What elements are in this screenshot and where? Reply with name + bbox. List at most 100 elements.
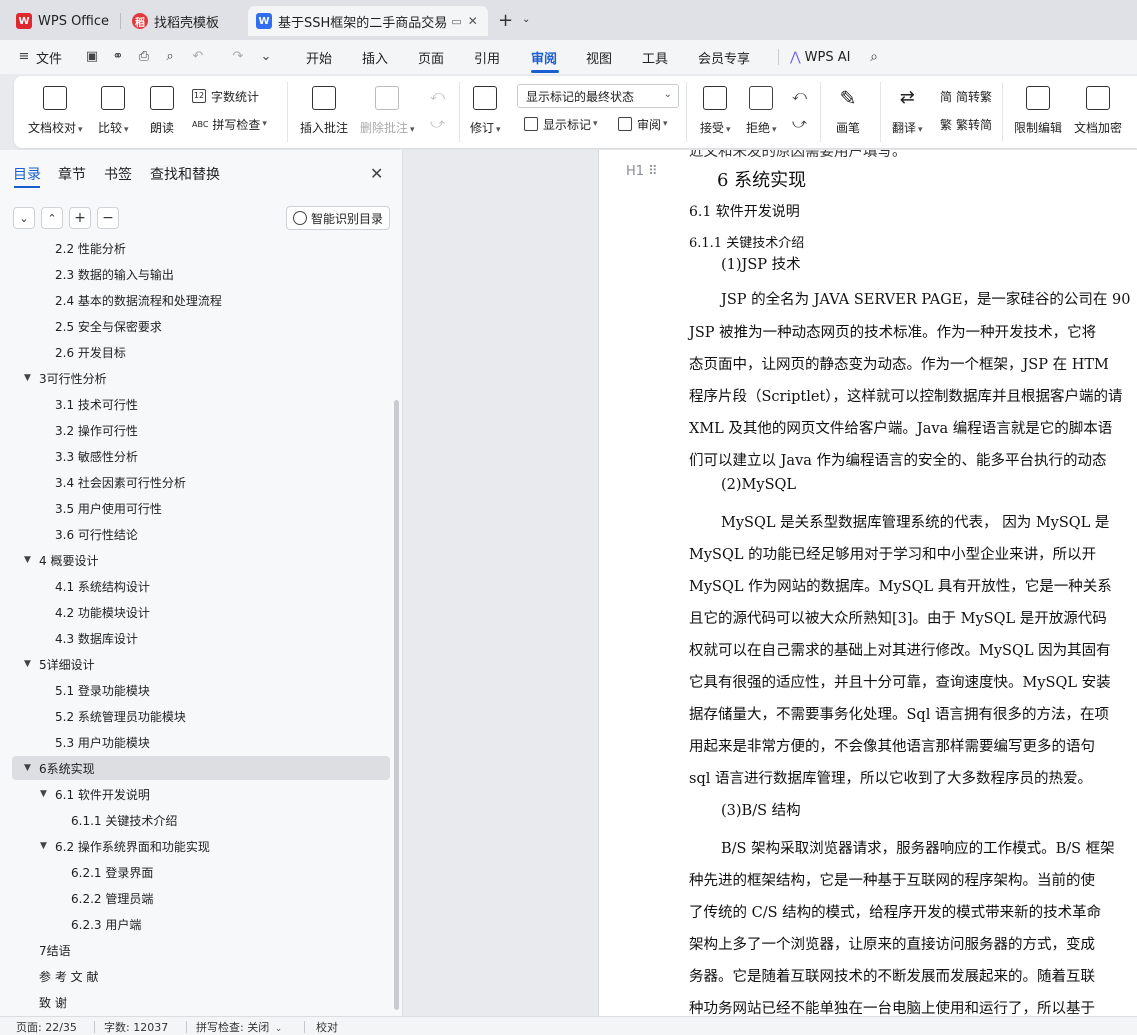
to-simplified-button[interactable]: 繁 繁转简 (940, 114, 992, 134)
spell-check-button[interactable]: ABC 拼写检查 ▾ (192, 114, 267, 134)
save-icon[interactable]: ▣ (84, 49, 100, 65)
toc-item[interactable]: 5.1 登录功能模块 (12, 678, 390, 702)
expand-triangle-icon[interactable]: ▼ (40, 789, 47, 799)
nav-scrollbar[interactable] (394, 400, 399, 1010)
review-pane-button[interactable]: 审阅 ▾ (618, 114, 668, 134)
toc-item[interactable]: 4.3 数据库设计 (12, 626, 390, 650)
nav-tab-chapters[interactable]: 章节 (58, 164, 86, 184)
word-count-button[interactable]: 12 字数统计 (192, 86, 259, 106)
toc-item[interactable]: 6.2.3 用户端 (12, 912, 390, 936)
menu-insert[interactable]: 插入 (362, 40, 388, 74)
expand-triangle-icon[interactable]: ▼ (24, 659, 31, 669)
toc-item[interactable]: 3.2 操作可行性 (12, 418, 390, 442)
menu-page[interactable]: 页面 (418, 40, 444, 74)
toc-item[interactable]: 5.2 系统管理员功能模块 (12, 704, 390, 728)
previous-comment-icon[interactable]: ⤺ (430, 88, 445, 104)
track-changes-button[interactable]: 修订 ▾ (470, 76, 501, 148)
expand-triangle-icon[interactable]: ▼ (24, 373, 31, 383)
new-tab-plus-icon[interactable]: + (498, 10, 513, 31)
markup-state-select[interactable]: 显示标记的最终状态 ⌄ (517, 84, 679, 108)
toc-item[interactable]: 7结语 (12, 938, 390, 962)
more-chevron-icon[interactable]: ⌄ (258, 49, 274, 65)
delete-comment-button[interactable]: 删除批注 ▾ (360, 76, 415, 148)
tab-wps-office[interactable]: W WPS Office (8, 6, 116, 36)
to-traditional-button[interactable]: 简 简转繁 (940, 86, 992, 106)
print-icon[interactable]: ⎙ (136, 49, 152, 65)
menu-start[interactable]: 开始 (306, 40, 332, 74)
heading-marker-icon[interactable]: H1 ⠿ (626, 164, 658, 179)
accept-button[interactable]: 接受 ▾ (700, 76, 731, 148)
search-icon[interactable]: ⌕ (866, 49, 882, 65)
toc-item[interactable]: 3.6 可行性结论 (12, 522, 390, 546)
toc-item[interactable]: 5.3 用户功能模块 (12, 730, 390, 754)
toc-item[interactable]: 4.1 系统结构设计 (12, 574, 390, 598)
nav-tab-bookmarks[interactable]: 书签 (104, 164, 132, 184)
toc-item[interactable]: 2.6 开发目标 (12, 340, 390, 364)
wps-ai-button[interactable]: ⋀ WPS AI (790, 40, 850, 74)
show-markup-button[interactable]: 显示标记 ▾ (524, 114, 598, 134)
toc-item[interactable]: 3.5 用户使用可行性 (12, 496, 390, 520)
undo-icon[interactable]: ↶ (190, 49, 206, 65)
toc-item[interactable]: ▼ 4 概要设计 (12, 548, 390, 572)
doc-encrypt-button[interactable]: 文档加密 (1074, 76, 1122, 148)
toc-item[interactable]: 3.3 敏感性分析 (12, 444, 390, 468)
tab-list-chevron-icon[interactable]: ⌄ (522, 14, 530, 25)
toc-item[interactable]: 6.2.2 管理员端 (12, 886, 390, 910)
toc-item[interactable]: ▼ 5详细设计 (12, 652, 390, 676)
redo-icon[interactable]: ↷ (230, 49, 246, 65)
print-preview-icon[interactable]: ⌕ (162, 49, 178, 65)
next-comment-icon[interactable]: ⤻ (430, 116, 445, 132)
toc-item[interactable]: 2.5 安全与保密要求 (12, 314, 390, 338)
spell-check-indicator[interactable]: 拼写检查: 关闭 ⌄ (196, 1019, 282, 1035)
menu-member[interactable]: 会员专享 (698, 40, 750, 74)
menu-view[interactable]: 视图 (586, 40, 612, 74)
next-change-icon[interactable]: ⤻ (792, 116, 807, 132)
expand-triangle-icon[interactable]: ▼ (24, 763, 31, 773)
toc-item[interactable]: 致 谢 (12, 990, 390, 1014)
toc-item[interactable]: 参 考 文 献 (12, 964, 390, 988)
ink-button[interactable]: ✎ 画笔 (836, 76, 860, 148)
nav-tab-toc[interactable]: 目录 (13, 164, 41, 184)
document-page[interactable]: 近文和未发的原因需要用户填写。 H1 ⠿ 6 系统实现 6.1 软件开发说明 6… (598, 150, 1137, 1016)
toc-item[interactable]: 2.3 数据的输入与输出 (12, 262, 390, 286)
hamburger-menu-icon[interactable]: ≡ (16, 49, 32, 65)
menu-file[interactable]: 文件 (36, 40, 62, 74)
expand-triangle-icon[interactable]: ▼ (24, 555, 31, 565)
toc-item[interactable]: 6.2.1 登录界面 (12, 860, 390, 884)
doc-proof-button[interactable]: 文档校对 ▾ (28, 76, 83, 148)
word-count-indicator[interactable]: 字数: 12037 (104, 1019, 168, 1035)
smart-toc-button[interactable]: 智能识别目录 (286, 206, 390, 230)
toc-item[interactable]: 3.1 技术可行性 (12, 392, 390, 416)
toc-item[interactable]: ▼ 6系统实现 (12, 756, 390, 780)
toc-item[interactable]: 6.1.1 关键技术介绍 (12, 808, 390, 832)
compare-button[interactable]: 比较 ▾ (98, 76, 129, 148)
close-tab-icon[interactable]: ✕ (468, 14, 478, 28)
proofread-indicator[interactable]: 校对 (316, 1019, 338, 1035)
toc-item[interactable]: ▼ 6.1 软件开发说明 (12, 782, 390, 806)
menu-tools[interactable]: 工具 (642, 40, 668, 74)
expand-down-button[interactable]: ⌄ (13, 207, 35, 229)
restrict-edit-button[interactable]: 限制编辑 (1014, 76, 1062, 148)
toc-item[interactable]: 2.2 性能分析 (12, 238, 390, 260)
previous-change-icon[interactable]: ⤺ (792, 88, 807, 104)
toc-item[interactable]: ▼ 3可行性分析 (12, 366, 390, 390)
page-indicator[interactable]: 页面: 22/35 (16, 1019, 77, 1035)
menu-references[interactable]: 引用 (474, 40, 500, 74)
expand-triangle-icon[interactable]: ▼ (40, 841, 47, 851)
close-icon[interactable]: ✕ (370, 164, 383, 183)
translate-button[interactable]: ⇄ 翻译 ▾ (892, 76, 923, 148)
add-heading-button[interactable]: + (69, 207, 91, 229)
toc-item[interactable]: 2.4 基本的数据流程和处理流程 (12, 288, 390, 312)
nav-tab-find-replace[interactable]: 查找和替换 (150, 164, 220, 184)
remove-heading-button[interactable]: − (97, 207, 119, 229)
tab-docer-templates[interactable]: 稻 找稻壳模板 (124, 6, 244, 36)
insert-comment-button[interactable]: 插入批注 (300, 76, 348, 148)
toc-item[interactable]: 3.4 社会因素可行性分析 (12, 470, 390, 494)
read-aloud-button[interactable]: 朗读 (150, 76, 174, 148)
toc-item[interactable]: ▼ 6.2 操作系统界面和功能实现 (12, 834, 390, 858)
tab-current-document[interactable]: W 基于SSH框架的二手商品交易 ▭ ✕ (248, 6, 488, 36)
toc-item[interactable]: 4.2 功能模块设计 (12, 600, 390, 624)
menu-review[interactable]: 审阅 (531, 40, 557, 74)
collapse-up-button[interactable]: ⌃ (41, 207, 63, 229)
share-icon[interactable]: ⚭ (110, 49, 126, 65)
